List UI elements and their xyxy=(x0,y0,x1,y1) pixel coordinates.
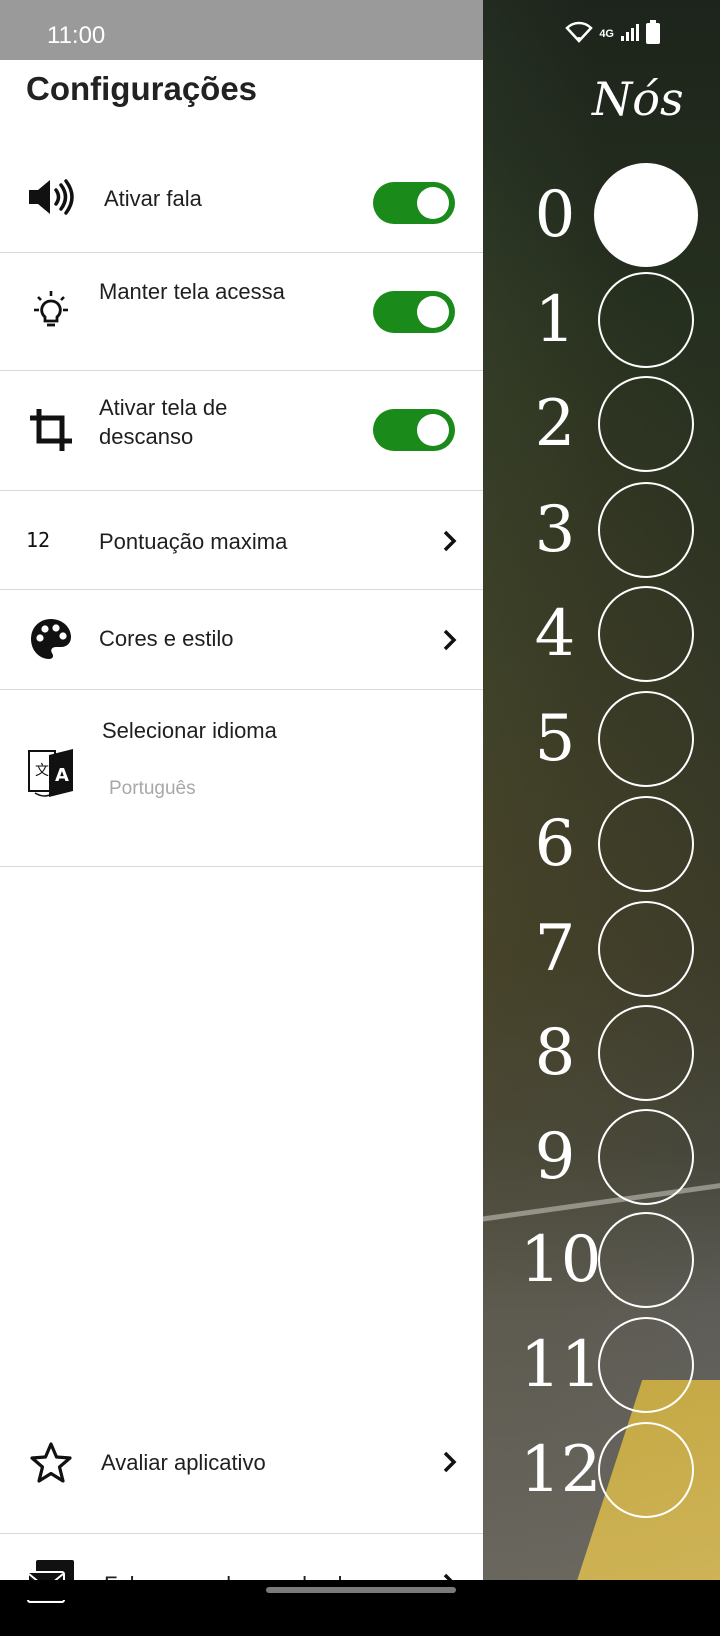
setting-label: Manter tela acessa xyxy=(99,279,285,304)
score-row-5[interactable]: 5 xyxy=(520,689,720,789)
drawer-title: Configurações xyxy=(26,70,258,107)
score-row-9[interactable]: 9 xyxy=(520,1107,720,1207)
setting-label: Ativar fala xyxy=(104,186,202,211)
score-row-12[interactable]: 12 xyxy=(520,1420,720,1520)
status-icons: 4G xyxy=(565,19,660,49)
palette-icon xyxy=(26,614,76,664)
setting-screensaver[interactable]: Ativar tela de descanso xyxy=(0,371,483,491)
status-bar: 11:00 4G xyxy=(0,0,720,60)
speech-toggle[interactable] xyxy=(373,182,455,224)
chevron-right-icon xyxy=(443,530,457,552)
score-circle[interactable] xyxy=(598,901,694,997)
score-number: 12 xyxy=(520,1433,602,1507)
lightbulb-icon xyxy=(26,287,76,337)
team-name[interactable]: Nós xyxy=(592,72,684,126)
chevron-right-icon xyxy=(443,629,457,651)
score-row-4[interactable]: 4 xyxy=(520,584,720,684)
setting-speech[interactable]: Ativar fala xyxy=(0,140,483,253)
score-circle[interactable] xyxy=(598,482,694,578)
navigation-bar xyxy=(0,1580,720,1600)
home-handle[interactable] xyxy=(266,1587,456,1593)
translate-icon: 文A xyxy=(26,748,76,798)
score-number: 11 xyxy=(520,1328,602,1402)
score-number: 8 xyxy=(534,1016,576,1090)
speaker-icon xyxy=(26,172,76,222)
footer-label: Avaliar aplicativo xyxy=(101,1450,266,1475)
rate-app-item[interactable]: Avaliar aplicativo xyxy=(0,1406,483,1534)
screensaver-toggle[interactable] xyxy=(373,409,455,451)
score-circle[interactable] xyxy=(598,796,694,892)
score-number: 3 xyxy=(534,493,576,567)
star-icon xyxy=(26,1438,76,1488)
score-number: 10 xyxy=(520,1223,602,1297)
score-number: 9 xyxy=(534,1120,576,1194)
wifi-icon xyxy=(565,21,594,48)
score-circle[interactable] xyxy=(598,691,694,787)
score-circle[interactable] xyxy=(598,1005,694,1101)
battery-icon xyxy=(646,19,660,49)
setting-label: Ativar tela de descanso xyxy=(99,395,228,449)
score-row-0[interactable]: 0 xyxy=(520,163,720,267)
settings-drawer: Configurações Ativar fala Manter tela ac… xyxy=(0,60,483,1603)
svg-text:文: 文 xyxy=(35,763,49,779)
score-row-10[interactable]: 10 xyxy=(520,1210,720,1310)
score-number: 5 xyxy=(534,702,576,776)
setting-label: Cores e estilo xyxy=(99,626,234,651)
setting-label: Pontuação maxima xyxy=(99,529,288,554)
signal-icon xyxy=(620,22,640,47)
setting-label: Selecionar idioma xyxy=(102,718,277,743)
toggle-knob xyxy=(417,296,449,328)
score-row-6[interactable]: 6 xyxy=(520,794,720,894)
selected-language: Português xyxy=(109,778,196,799)
score-number: 7 xyxy=(534,912,576,986)
crop-icon xyxy=(26,405,76,455)
score-number: 4 xyxy=(534,597,576,671)
score-row-3[interactable]: 3 xyxy=(520,480,720,580)
keep-screen-toggle[interactable] xyxy=(373,291,455,333)
score-number: 2 xyxy=(534,387,576,461)
toggle-knob xyxy=(417,414,449,446)
toggle-knob xyxy=(417,187,449,219)
number-12-icon: 12 xyxy=(26,528,51,552)
setting-max-score[interactable]: 12 Pontuação maxima xyxy=(0,491,483,590)
clock: 11:00 xyxy=(47,22,106,49)
score-row-7[interactable]: 7 xyxy=(520,899,720,999)
score-circle[interactable] xyxy=(598,1109,694,1205)
score-row-11[interactable]: 11 xyxy=(520,1315,720,1415)
score-circle[interactable] xyxy=(598,272,694,368)
network-type: 4G xyxy=(599,27,614,40)
score-row-8[interactable]: 8 xyxy=(520,1003,720,1103)
svg-text:A: A xyxy=(55,765,69,786)
score-number: 6 xyxy=(534,807,576,881)
score-circle[interactable] xyxy=(598,586,694,682)
setting-keep-screen-on[interactable]: Manter tela acessa xyxy=(0,253,483,371)
setting-colors-style[interactable]: Cores e estilo xyxy=(0,590,483,690)
score-circle[interactable] xyxy=(598,1422,694,1518)
setting-language[interactable]: 文A Selecionar idioma Português xyxy=(0,690,483,867)
score-row-2[interactable]: 2 xyxy=(520,374,720,474)
score-circle[interactable] xyxy=(598,1212,694,1308)
score-circle[interactable] xyxy=(598,1317,694,1413)
score-circle[interactable] xyxy=(598,376,694,472)
score-row-1[interactable]: 1 xyxy=(520,270,720,370)
chevron-right-icon xyxy=(443,1451,457,1473)
score-number: 1 xyxy=(534,283,576,357)
score-circle-filled[interactable] xyxy=(594,163,698,267)
score-number: 0 xyxy=(534,178,576,252)
